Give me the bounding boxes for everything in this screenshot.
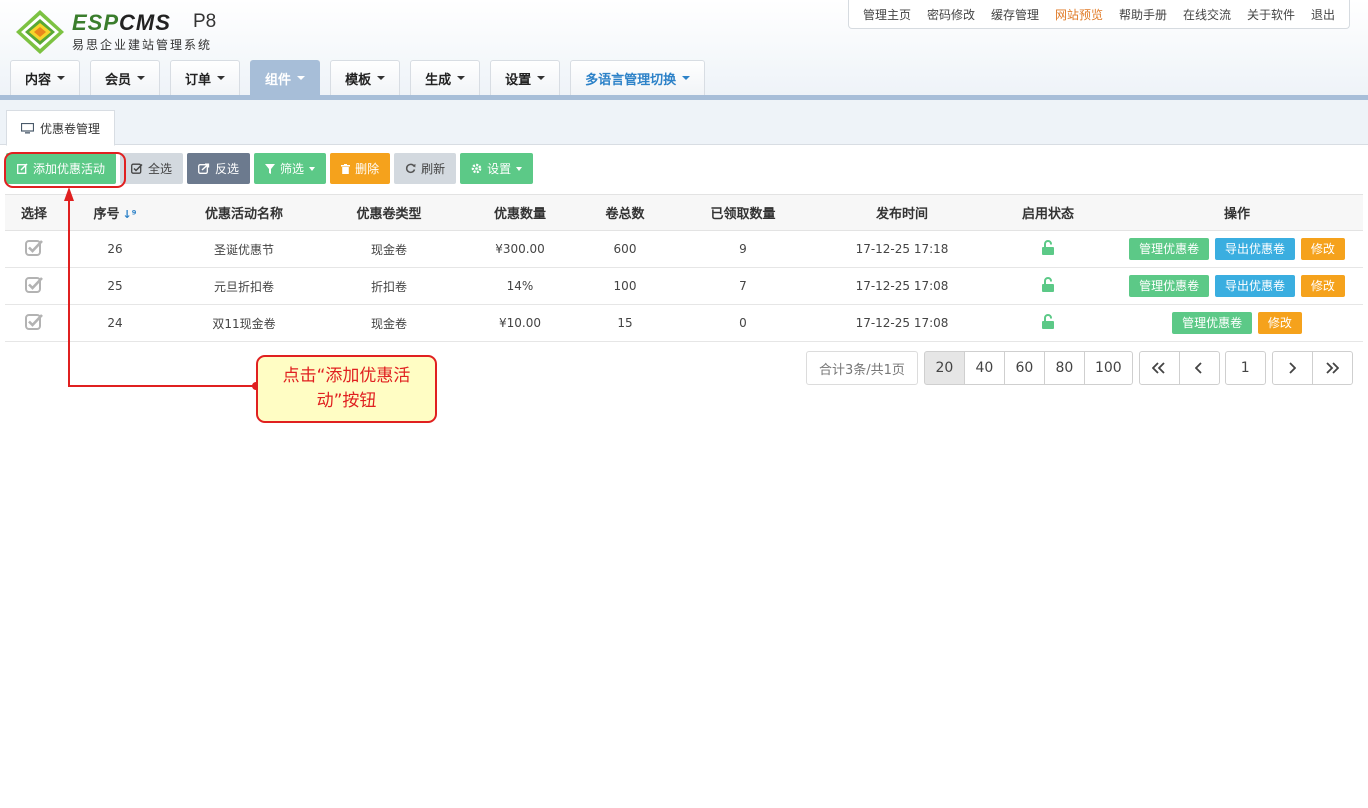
annotation-callout: 点击“添加优惠活动”按钮 — [256, 355, 437, 423]
annotation-arrow — [64, 187, 260, 390]
